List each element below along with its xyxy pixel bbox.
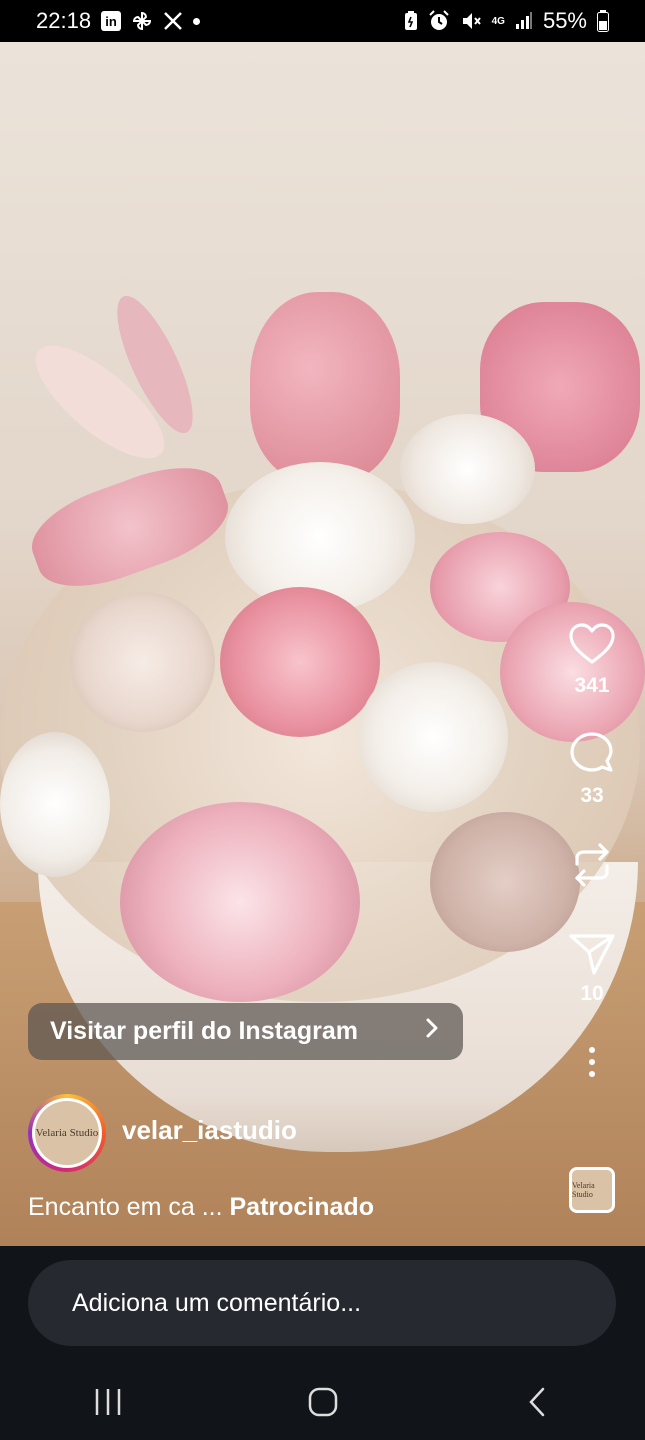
mauve-rose bbox=[430, 812, 580, 952]
white-rose bbox=[0, 732, 110, 877]
home-button[interactable] bbox=[306, 1385, 340, 1424]
visit-profile-label: Visitar perfil do Instagram bbox=[50, 1017, 358, 1045]
status-time: 22:18 bbox=[36, 8, 92, 33]
more-vertical-icon bbox=[589, 1047, 595, 1077]
audio-thumbnail-logo: Velaria Studio bbox=[572, 1181, 595, 1199]
recent-apps-icon bbox=[95, 1388, 120, 1415]
x-app-icon bbox=[163, 11, 183, 31]
notification-dot-icon bbox=[193, 17, 201, 25]
system-navigation-bar bbox=[0, 1368, 645, 1440]
network-type-icon: 4G bbox=[491, 15, 505, 27]
white-rose bbox=[358, 662, 508, 812]
comment-bubble-icon bbox=[570, 732, 613, 772]
caption[interactable]: Encanto em ca ... Patrocinado bbox=[28, 1193, 374, 1222]
reel-action-bar: 341 33 10 bbox=[567, 620, 617, 1080]
status-bar: 22:18 in 4G 55% bbox=[0, 0, 645, 42]
chevron-right-icon bbox=[423, 1016, 441, 1047]
send-icon bbox=[569, 934, 615, 975]
brand-logo: Velaria Studio bbox=[35, 1101, 99, 1165]
pink-hydrangea bbox=[120, 802, 360, 1002]
sponsored-label: Patrocinado bbox=[229, 1193, 374, 1221]
alarm-icon bbox=[428, 10, 450, 32]
like-count: 341 bbox=[574, 674, 610, 697]
comment-button[interactable]: 33 bbox=[567, 730, 617, 808]
pinwheel-app-icon bbox=[131, 10, 153, 32]
comment-bar: Adiciona um comentário... bbox=[0, 1246, 645, 1368]
mute-icon bbox=[460, 10, 482, 32]
battery-saver-icon bbox=[404, 11, 418, 31]
comment-count: 33 bbox=[580, 784, 604, 807]
like-button[interactable]: 341 bbox=[567, 620, 617, 698]
repost-button[interactable] bbox=[567, 840, 617, 890]
battery-percent: 55% bbox=[542, 8, 587, 33]
more-options-button[interactable] bbox=[580, 1044, 604, 1080]
pink-rose bbox=[220, 587, 380, 737]
username-link[interactable]: velar_iastudio bbox=[122, 1115, 297, 1146]
back-button[interactable] bbox=[521, 1385, 555, 1424]
comment-placeholder: Adiciona um comentário... bbox=[72, 1288, 362, 1317]
share-button[interactable]: 10 bbox=[567, 928, 617, 1006]
avatar[interactable]: Velaria Studio bbox=[28, 1094, 106, 1172]
comment-input[interactable]: Adiciona um comentário... bbox=[28, 1260, 616, 1346]
white-rose bbox=[400, 414, 535, 524]
heart-icon bbox=[569, 623, 615, 664]
reel-video[interactable] bbox=[0, 42, 645, 1246]
share-count: 10 bbox=[580, 982, 604, 1005]
recent-apps-button[interactable] bbox=[91, 1385, 125, 1424]
caption-text: Encanto em ca ... bbox=[28, 1193, 223, 1221]
audio-thumbnail[interactable]: Velaria Studio bbox=[569, 1167, 615, 1213]
repost-icon bbox=[575, 843, 609, 887]
linkedin-icon: in bbox=[101, 11, 122, 31]
back-chevron-icon bbox=[528, 1387, 544, 1416]
signal-icon bbox=[515, 12, 533, 30]
visit-instagram-profile-button[interactable]: Visitar perfil do Instagram bbox=[28, 1003, 463, 1060]
tulip bbox=[250, 292, 400, 482]
battery-icon bbox=[597, 10, 609, 32]
home-icon bbox=[308, 1387, 337, 1416]
blush-rose bbox=[70, 592, 215, 732]
